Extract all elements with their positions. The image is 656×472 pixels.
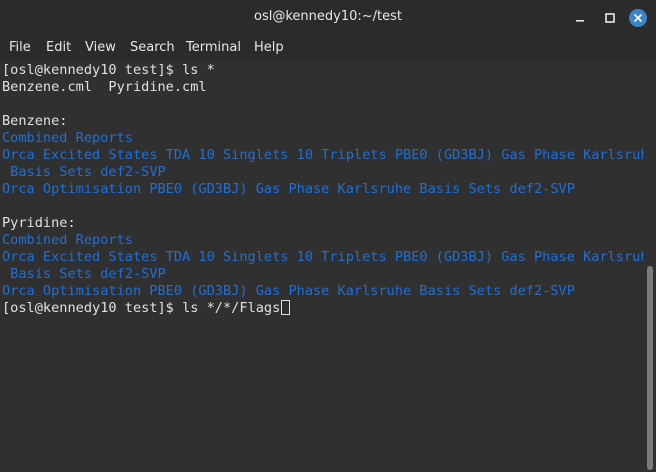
title-bar[interactable]: osl@kennedy10:~/test xyxy=(0,0,656,36)
file-listing: Benzene.cml Pyridine.cml xyxy=(2,79,207,95)
prompt: [osl@kennedy10 test]$ xyxy=(2,300,183,316)
prompt: [osl@kennedy10 test]$ xyxy=(2,62,183,78)
prompt-line-2: [osl@kennedy10 test]$ ls */*/Flags xyxy=(2,300,291,317)
command: ls */*/Flags xyxy=(182,300,281,316)
directory-entry: Combined Reports xyxy=(2,130,133,146)
minimize-icon xyxy=(576,20,584,22)
minimize-button[interactable] xyxy=(571,9,589,27)
scrollbar[interactable] xyxy=(644,61,656,472)
menu-search[interactable]: Search xyxy=(130,40,175,55)
terminal-window: osl@kennedy10:~/test File Edit View Sear… xyxy=(0,0,656,472)
terminal-output[interactable]: [osl@kennedy10 test]$ ls * Benzene.cml P… xyxy=(0,61,656,472)
directory-entry: Orca Excited States TDA 10 Singlets 10 T… xyxy=(2,249,656,265)
directory-entry: Orca Excited States TDA 10 Singlets 10 T… xyxy=(2,147,656,163)
close-icon xyxy=(634,14,642,22)
directory-entry: Orca Optimisation PBE0 (GD3BJ) Gas Phase… xyxy=(2,181,575,197)
maximize-icon xyxy=(605,13,615,23)
menu-bar: File Edit View Search Terminal Help xyxy=(0,36,656,60)
group-header-benzene: Benzene: xyxy=(2,113,68,129)
window-title: osl@kennedy10:~/test xyxy=(254,9,402,24)
close-button-circle xyxy=(629,9,647,27)
group-header-pyridine: Pyridine: xyxy=(2,215,76,231)
maximize-button[interactable] xyxy=(601,9,619,27)
directory-entry: Orca Optimisation PBE0 (GD3BJ) Gas Phase… xyxy=(2,283,575,299)
directory-entry-wrap: Basis Sets def2-SVP xyxy=(2,164,166,180)
command: ls * xyxy=(182,62,215,78)
menu-terminal[interactable]: Terminal xyxy=(186,40,241,55)
scrollbar-thumb[interactable] xyxy=(647,266,653,470)
menu-view[interactable]: View xyxy=(85,40,116,55)
close-button[interactable] xyxy=(629,9,647,27)
text-cursor xyxy=(281,300,291,315)
menu-edit[interactable]: Edit xyxy=(46,40,71,55)
prompt-line-1: [osl@kennedy10 test]$ ls * xyxy=(2,62,215,79)
menu-help[interactable]: Help xyxy=(254,40,284,55)
directory-entry-wrap: Basis Sets def2-SVP xyxy=(2,266,166,282)
directory-entry: Combined Reports xyxy=(2,232,133,248)
menu-file[interactable]: File xyxy=(9,40,31,55)
